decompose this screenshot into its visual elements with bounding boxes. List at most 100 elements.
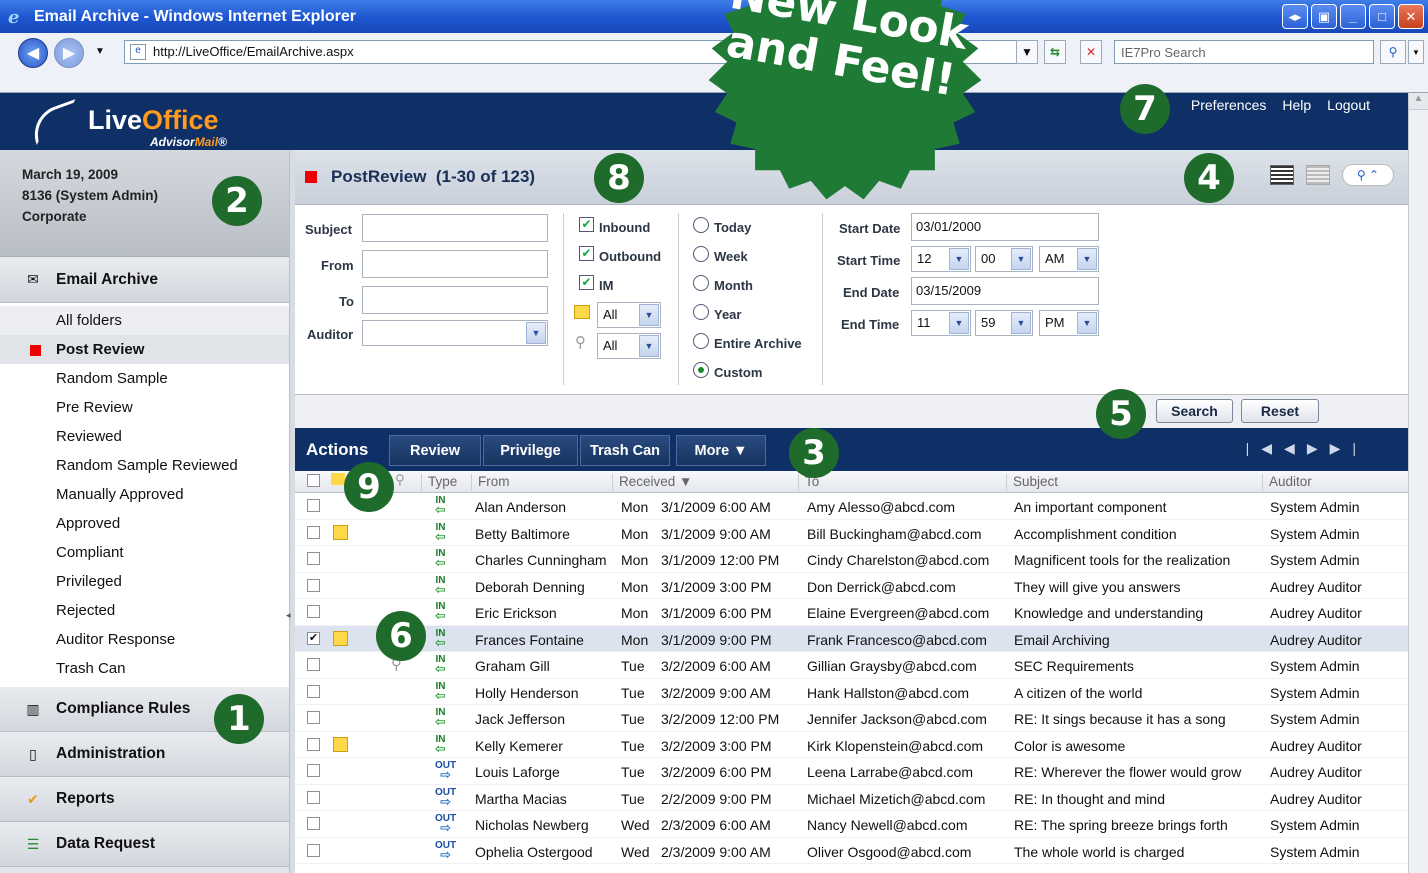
review-button[interactable]: Review bbox=[389, 435, 481, 466]
list-view-icon[interactable] bbox=[1270, 165, 1294, 185]
forward-button[interactable]: ▶ bbox=[54, 38, 84, 68]
col-type[interactable]: Type bbox=[421, 474, 457, 491]
start-ampm-select[interactable]: AM ▼ bbox=[1039, 246, 1099, 272]
reset-button[interactable]: Reset bbox=[1241, 399, 1319, 423]
custom-radio[interactable] bbox=[693, 362, 709, 378]
table-row[interactable]: IN ⇦ Alan Anderson Mon 3/1/2009 6:00 AM Amy A… bbox=[295, 493, 1408, 520]
collapse-sidebar-icon[interactable]: ◂ bbox=[286, 610, 292, 624]
col-from[interactable]: From bbox=[471, 474, 510, 491]
row-checkbox[interactable] bbox=[307, 737, 320, 751]
select-all-checkbox[interactable] bbox=[307, 474, 320, 487]
nav-email-archive[interactable]: ✉ Email Archive bbox=[0, 257, 289, 303]
to-input[interactable] bbox=[362, 286, 548, 314]
from-input[interactable] bbox=[362, 250, 548, 278]
toggle-search-icon[interactable]: ⚲ ⌃ bbox=[1342, 164, 1394, 186]
trash-can-button[interactable]: Trash Can bbox=[580, 435, 670, 466]
table-row[interactable]: IN ⇦ Eric Erickson Mon 3/1/2009 6:00 PM Elain… bbox=[295, 599, 1408, 626]
search-options-icon[interactable]: ▼ bbox=[1408, 40, 1424, 64]
table-row[interactable]: IN ⇦ Kelly Kemerer Tue 3/2/2009 3:00 PM Kirk … bbox=[295, 732, 1408, 758]
preferences-link[interactable]: Preferences bbox=[1191, 97, 1266, 113]
back-button[interactable]: ◀ bbox=[18, 38, 48, 68]
outbound-checkbox[interactable]: ✔ bbox=[579, 246, 594, 261]
table-row[interactable]: IN ⇦ Holly Henderson Tue 3/2/2009 9:00 AM Han… bbox=[295, 679, 1408, 705]
table-row[interactable]: IN ⇦ Deborah Denning Mon 3/1/2009 3:00 PM Don… bbox=[295, 573, 1408, 599]
help-link[interactable]: Help bbox=[1282, 97, 1311, 113]
row-checkbox[interactable] bbox=[307, 499, 320, 512]
restore-window-icon[interactable]: ▣ bbox=[1311, 4, 1337, 29]
attachment-select[interactable]: All ▼ bbox=[597, 333, 661, 359]
close-window-icon[interactable]: ✕ bbox=[1398, 4, 1424, 29]
page-scrollbar[interactable]: ▲ bbox=[1408, 93, 1428, 873]
table-row[interactable]: ⚲ IN ⇦ Graham Gill Tue 3/2/2009 6:00 AM Gillia… bbox=[295, 652, 1408, 679]
flag-select[interactable]: All ▼ bbox=[597, 302, 661, 328]
search-icon[interactable]: ⚲ bbox=[1380, 40, 1406, 64]
folder-rejected[interactable]: Rejected bbox=[0, 596, 289, 625]
maximize-window-icon[interactable]: □ bbox=[1369, 4, 1395, 29]
end-ampm-select[interactable]: PM ▼ bbox=[1039, 310, 1099, 336]
browser-search-input[interactable]: IE7Pro Search bbox=[1114, 40, 1374, 64]
folder-trash-can[interactable]: Trash Can bbox=[0, 654, 289, 687]
row-checkbox[interactable] bbox=[307, 552, 320, 565]
row-checkbox[interactable] bbox=[307, 658, 320, 671]
row-checkbox[interactable] bbox=[307, 525, 320, 539]
nav-reports[interactable]: ✔ Reports bbox=[0, 777, 289, 822]
row-checkbox[interactable] bbox=[307, 790, 320, 804]
row-checkbox[interactable] bbox=[307, 578, 320, 592]
row-checkbox[interactable] bbox=[307, 684, 320, 698]
minimize-window-icon[interactable]: _ bbox=[1340, 4, 1366, 29]
table-row[interactable]: IN ⇦ Jack Jefferson Tue 3/2/2009 12:00 PM Jen… bbox=[295, 705, 1408, 732]
compact-view-icon[interactable] bbox=[1306, 165, 1330, 185]
folder-privileged[interactable]: Privileged bbox=[0, 567, 289, 596]
year-radio[interactable] bbox=[693, 304, 709, 320]
month-radio[interactable] bbox=[693, 275, 709, 291]
subject-input[interactable] bbox=[362, 214, 548, 242]
privilege-button[interactable]: Privilege bbox=[483, 435, 578, 466]
folder-random-sample[interactable]: Random Sample bbox=[0, 364, 289, 393]
col-received[interactable]: Received ▼ bbox=[612, 474, 692, 491]
history-dropdown-icon[interactable]: ▼ bbox=[95, 46, 105, 57]
more-button[interactable]: More ▼ bbox=[676, 435, 766, 466]
table-row[interactable]: OUT ⇨ Louis Laforge Tue 3/2/2009 6:00 PM Leen… bbox=[295, 758, 1408, 785]
start-date-input[interactable]: 03/01/2000 bbox=[911, 213, 1099, 241]
end-date-input[interactable]: 03/15/2009 bbox=[911, 277, 1099, 305]
folder-post-review[interactable]: Post Review bbox=[0, 335, 289, 364]
col-subject[interactable]: Subject bbox=[1006, 474, 1058, 491]
folder-approved[interactable]: Approved bbox=[0, 509, 289, 538]
today-radio[interactable] bbox=[693, 217, 709, 233]
row-checkbox[interactable] bbox=[307, 843, 320, 857]
start-hour-select[interactable]: 12 ▼ bbox=[911, 246, 971, 272]
flag-note-icon[interactable] bbox=[333, 736, 348, 752]
toggle-view-icon[interactable]: ◂▸ bbox=[1282, 4, 1308, 29]
row-checkbox[interactable] bbox=[307, 817, 320, 830]
folder-compliant[interactable]: Compliant bbox=[0, 538, 289, 567]
scroll-up-icon[interactable]: ▲ bbox=[1409, 93, 1428, 110]
logout-link[interactable]: Logout bbox=[1327, 97, 1370, 113]
col-auditor[interactable]: Auditor bbox=[1262, 474, 1312, 491]
entire-archive-radio[interactable] bbox=[693, 333, 709, 349]
flag-note-icon[interactable] bbox=[333, 524, 348, 540]
pager-controls[interactable]: |◀◀▶▶| bbox=[1246, 440, 1368, 457]
folder-random-sample-reviewed[interactable]: Random Sample Reviewed bbox=[0, 451, 289, 480]
row-checkbox[interactable] bbox=[307, 711, 320, 724]
table-row[interactable]: ✔ IN ⇦ Frances Fontaine Mon 3/1/2009 9:00 PM F… bbox=[295, 625, 1408, 652]
refresh-icon[interactable]: ⇆ bbox=[1044, 40, 1066, 64]
start-minute-select[interactable]: 00 ▼ bbox=[975, 246, 1033, 272]
im-checkbox[interactable]: ✔ bbox=[579, 275, 594, 290]
row-checkbox[interactable] bbox=[307, 764, 320, 777]
row-checkbox[interactable]: ✔ bbox=[307, 631, 320, 645]
folder-pre-review[interactable]: Pre Review bbox=[0, 393, 289, 422]
folder-auditor-response[interactable]: Auditor Response bbox=[0, 625, 289, 654]
inbound-checkbox[interactable]: ✔ bbox=[579, 217, 594, 232]
stop-icon[interactable]: ✕ bbox=[1080, 40, 1102, 64]
row-checkbox[interactable] bbox=[307, 605, 320, 618]
search-button[interactable]: Search bbox=[1156, 399, 1233, 423]
nav-data-request[interactable]: ☰ Data Request bbox=[0, 822, 289, 867]
address-dropdown-icon[interactable]: ▼ bbox=[1016, 40, 1038, 64]
folder-all[interactable]: All folders bbox=[0, 306, 289, 335]
table-row[interactable]: IN ⇦ Charles Cunningham Mon 3/1/2009 12:00 P… bbox=[295, 546, 1408, 573]
table-row[interactable]: OUT ⇨ Martha Macias Tue 2/2/2009 9:00 PM Mich… bbox=[295, 785, 1408, 811]
folder-manually-approved[interactable]: Manually Approved bbox=[0, 480, 289, 509]
table-row[interactable]: OUT ⇨ Nicholas Newberg Wed 2/3/2009 6:00 AM N… bbox=[295, 811, 1408, 838]
auditor-select[interactable]: ▼ bbox=[362, 320, 548, 346]
folder-reviewed[interactable]: Reviewed bbox=[0, 422, 289, 451]
